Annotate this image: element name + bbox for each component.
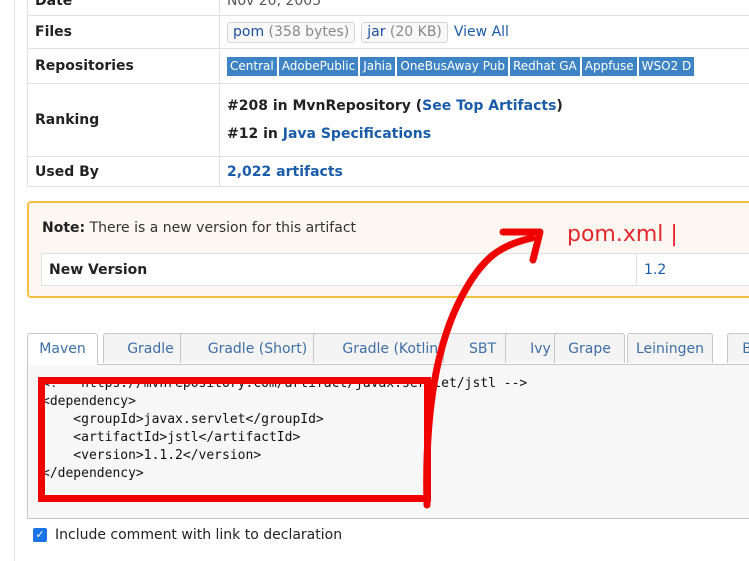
note-message: Note: There is a new version for this ar… [42,220,357,236]
rank-mvnrepository: #208 in MvnRepository (See Top Artifacts… [227,98,563,114]
see-top-artifacts-link[interactable]: See Top Artifacts [422,98,556,114]
repo-tag-wso2[interactable]: WSO2 D [638,56,695,76]
used-by-link[interactable]: 2,022 artifacts [227,164,343,180]
files-cell: pom (358 bytes) jar (20 KB) View All [219,15,749,49]
repositories-label: Repositories [27,48,220,84]
pom-file-link[interactable]: pom (358 bytes) [227,21,356,43]
ranking-label: Ranking [27,83,220,157]
used-by-label: Used By [27,156,220,187]
view-all-link[interactable]: View All [454,24,509,40]
repo-tag-adobepublic[interactable]: AdobePublic [278,56,359,76]
new-version-label: New Version [41,253,637,286]
page-left-border [14,0,15,561]
repo-tag-appfuse[interactable]: Appfuse [581,56,637,76]
new-version-table: New Version 1.2 [41,253,749,286]
checkbox-checked-icon[interactable]: ✓ [33,528,47,542]
tab-grape[interactable]: Grape [554,333,625,363]
repo-tag-redhat-ga[interactable]: Redhat GA [509,56,580,76]
include-comment-label: Include comment with link to declaration [55,527,343,543]
red-highlight-box [38,377,431,502]
tab-more[interactable]: B [727,333,749,363]
files-label: Files [27,15,220,49]
artifact-info-table: Date Nov 20, 2005 Files pom (358 bytes) j… [27,0,749,187]
used-by-row: Used By 2,022 artifacts [27,156,749,187]
java-specifications-link[interactable]: Java Specifications [283,126,431,142]
date-value: Nov 20, 2005 [219,0,749,16]
files-row: Files pom (358 bytes) jar (20 KB) View All [27,15,749,49]
repo-tag-jahia[interactable]: Jahia [360,56,396,76]
ranking-row: Ranking #208 in MvnRepository (See Top A… [27,83,749,157]
handwritten-annotation: pom.xml | [567,222,678,247]
repository-tags: Central AdobePublic Jahia OneBusAway Pub Red… [227,56,749,76]
new-version-link[interactable]: 1.2 [636,253,749,286]
used-by-cell: 2,022 artifacts [219,156,749,187]
rank-java-specifications: #12 in Java Specifications [227,126,432,142]
jar-file-link[interactable]: jar (20 KB) [361,21,448,43]
ranking-cell: #208 in MvnRepository (See Top Artifacts… [219,83,749,157]
include-comment-option[interactable]: ✓ Include comment with link to declarati… [33,525,342,545]
repositories-cell: Central AdobePublic Jahia OneBusAway Pub Red… [219,48,749,84]
new-version-row: New Version 1.2 [41,253,749,286]
tab-maven[interactable]: Maven [27,333,98,365]
tab-gradle-short[interactable]: Gradle (Short) [180,333,335,363]
date-label: Date [27,0,220,16]
tab-leiningen[interactable]: Leiningen [627,333,713,363]
repositories-row: Repositories Central AdobePublic Jahia OneB… [27,48,749,84]
repo-tag-central[interactable]: Central [227,56,277,76]
new-version-note: Note: There is a new version for this ar… [27,201,749,298]
repo-tag-onebusaway[interactable]: OneBusAway Pub [397,56,508,76]
date-row: Date Nov 20, 2005 [27,0,749,16]
